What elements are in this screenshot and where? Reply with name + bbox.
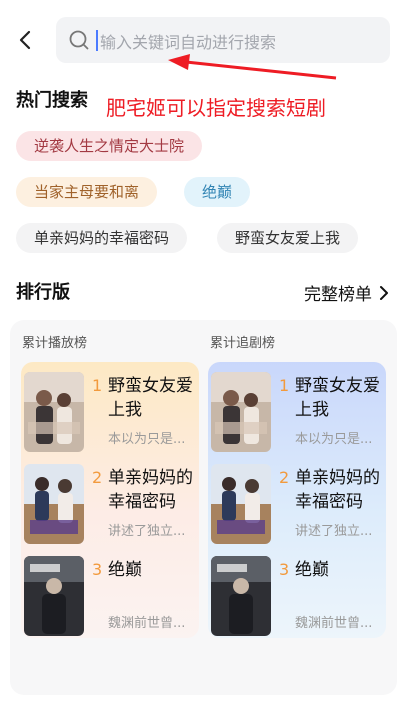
full-list-label: 完整榜单 — [304, 285, 372, 305]
column-label-play: 累计播放榜 — [22, 336, 88, 351]
drama-title: 绝巅 — [108, 560, 142, 580]
rank-number: 3 — [92, 560, 103, 579]
drama-title: 单亲妈妈的幸福密码 — [295, 468, 380, 512]
poster-image — [211, 372, 271, 452]
hot-tag[interactable]: 野蛮女友爱上我 — [217, 223, 359, 253]
rank-number: 2 — [92, 468, 103, 487]
poster-image — [24, 372, 84, 452]
rank-number: 3 — [279, 560, 290, 579]
hot-search-title: 热门搜索 — [16, 90, 88, 111]
rank-item[interactable]: 1 野蛮女友爱上我 本以为只是... — [21, 362, 199, 452]
chevron-right-icon — [380, 285, 388, 300]
rank-item[interactable]: 1 野蛮女友爱上我 本以为只是... — [208, 362, 386, 452]
drama-description: 魏渊前世曾... — [295, 616, 373, 631]
poster-image — [211, 464, 271, 544]
back-button[interactable] — [14, 28, 38, 52]
ranking-title: 排行版 — [16, 282, 70, 303]
chevron-left-icon — [19, 30, 31, 50]
rank-item[interactable]: 3 绝巅 魏渊前世曾... — [208, 546, 386, 636]
rank-item[interactable]: 2 单亲妈妈的幸福密码 讲述了独立... — [208, 454, 386, 544]
drama-description: 本以为只是... — [108, 432, 186, 447]
rank-item[interactable]: 3 绝巅 魏渊前世曾... — [21, 546, 199, 636]
column-label-follow: 累计追剧榜 — [210, 336, 276, 351]
annotation-text: 肥宅姬可以指定搜索短剧 — [106, 96, 326, 120]
annotation-arrow — [168, 54, 337, 80]
drama-title: 单亲妈妈的幸福密码 — [108, 468, 193, 512]
poster-image — [24, 464, 84, 544]
hot-tag[interactable]: 当家主母要和离 — [16, 177, 158, 207]
search-icon — [69, 30, 89, 50]
drama-title: 野蛮女友爱上我 — [295, 376, 380, 420]
drama-description: 讲述了独立... — [295, 524, 373, 539]
drama-title: 绝巅 — [295, 560, 329, 580]
poster-image — [211, 556, 271, 636]
drama-description: 魏渊前世曾... — [108, 616, 186, 631]
rank-number: 1 — [279, 376, 290, 395]
rank-item[interactable]: 2 单亲妈妈的幸福密码 讲述了独立... — [21, 454, 199, 544]
hot-tag[interactable]: 单亲妈妈的幸福密码 — [16, 223, 188, 253]
text-cursor — [96, 30, 98, 51]
search-placeholder: 输入关键词自动进行搜索 — [100, 33, 277, 52]
drama-description: 讲述了独立... — [108, 524, 186, 539]
play-ranking-card: 1 野蛮女友爱上我 本以为只是... 2 单亲妈妈的幸福密码 讲述了独立... — [21, 362, 199, 638]
rank-number: 2 — [279, 468, 290, 487]
full-list-link[interactable]: 完整榜单 — [304, 280, 390, 305]
drama-title: 野蛮女友爱上我 — [108, 376, 193, 420]
hot-tag[interactable]: 逆袭人生之情定大士院 — [16, 131, 203, 161]
drama-description: 本以为只是... — [295, 432, 373, 447]
follow-ranking-card: 1 野蛮女友爱上我 本以为只是... 2 单亲妈妈的幸福密码 讲述了独立... — [208, 362, 386, 638]
poster-image — [24, 556, 84, 636]
rank-number: 1 — [92, 376, 103, 395]
hot-tag[interactable]: 绝巅 — [184, 177, 251, 207]
